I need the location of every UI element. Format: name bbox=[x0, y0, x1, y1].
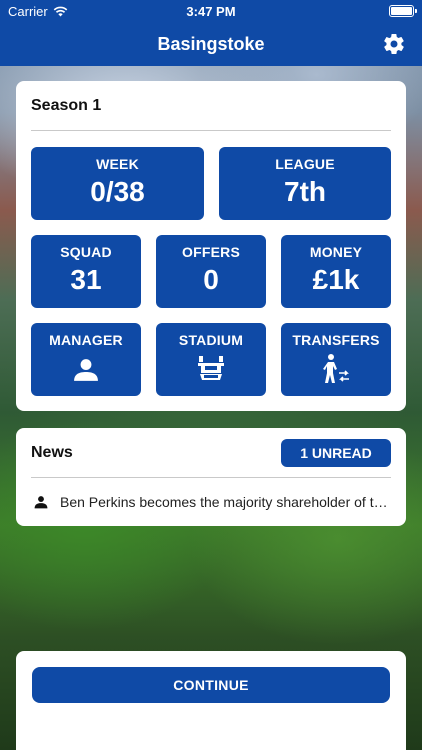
money-tile[interactable]: MONEY £1k bbox=[281, 235, 391, 308]
news-card: News 1 UNREAD Ben Perkins becomes the ma… bbox=[16, 428, 406, 526]
season-title: Season 1 bbox=[31, 97, 102, 114]
season-card: Season 1 WEEK 0/38 LEAGUE 7th SQUAD 31 O… bbox=[16, 81, 406, 411]
squad-label: SQUAD bbox=[60, 244, 112, 260]
carrier-label: Carrier bbox=[8, 3, 48, 19]
transfers-label: TRANSFERS bbox=[292, 332, 380, 348]
news-header: News 1 UNREAD bbox=[31, 428, 391, 477]
news-item-text: Ben Perkins becomes the majority shareho… bbox=[60, 494, 390, 510]
money-value: £1k bbox=[312, 264, 360, 295]
money-label: MONEY bbox=[309, 244, 363, 260]
club-title: Basingstoke bbox=[157, 33, 265, 54]
stadium-tile[interactable]: STADIUM bbox=[156, 323, 266, 396]
stadium-icon bbox=[198, 356, 224, 380]
week-value: 0/38 bbox=[90, 176, 145, 207]
news-item[interactable]: Ben Perkins becomes the majority shareho… bbox=[31, 478, 391, 526]
manager-tile[interactable]: MANAGER bbox=[31, 323, 141, 396]
offers-value: 0 bbox=[203, 264, 219, 295]
squad-tile[interactable]: SQUAD 31 bbox=[31, 235, 141, 308]
battery-icon bbox=[389, 5, 417, 17]
wifi-icon bbox=[53, 6, 68, 17]
league-label: LEAGUE bbox=[275, 156, 335, 172]
divider bbox=[31, 130, 391, 131]
carrier-indicator: Carrier bbox=[8, 4, 68, 19]
person-icon bbox=[74, 359, 98, 381]
transfer-icon bbox=[323, 354, 349, 383]
offers-tile[interactable]: OFFERS 0 bbox=[156, 235, 266, 308]
week-tile[interactable]: WEEK 0/38 bbox=[31, 147, 204, 220]
unread-badge[interactable]: 1 UNREAD bbox=[281, 438, 391, 467]
person-icon bbox=[34, 496, 48, 509]
nav-bar: Basingstoke bbox=[0, 22, 422, 66]
news-title: News bbox=[31, 443, 73, 461]
offers-label: OFFERS bbox=[182, 244, 240, 260]
gear-icon[interactable] bbox=[382, 32, 406, 56]
manager-label: MANAGER bbox=[49, 332, 123, 348]
continue-button[interactable]: CONTINUE bbox=[32, 667, 390, 703]
stadium-label: STADIUM bbox=[178, 332, 244, 348]
transfers-tile[interactable]: TRANSFERS bbox=[281, 323, 391, 396]
week-label: WEEK bbox=[96, 156, 139, 172]
squad-value: 31 bbox=[70, 264, 102, 295]
league-value: 7th bbox=[284, 176, 326, 207]
status-bar: Carrier 3:47 PM bbox=[0, 0, 422, 22]
league-tile[interactable]: LEAGUE 7th bbox=[219, 147, 391, 220]
continue-panel: CONTINUE bbox=[16, 651, 406, 750]
